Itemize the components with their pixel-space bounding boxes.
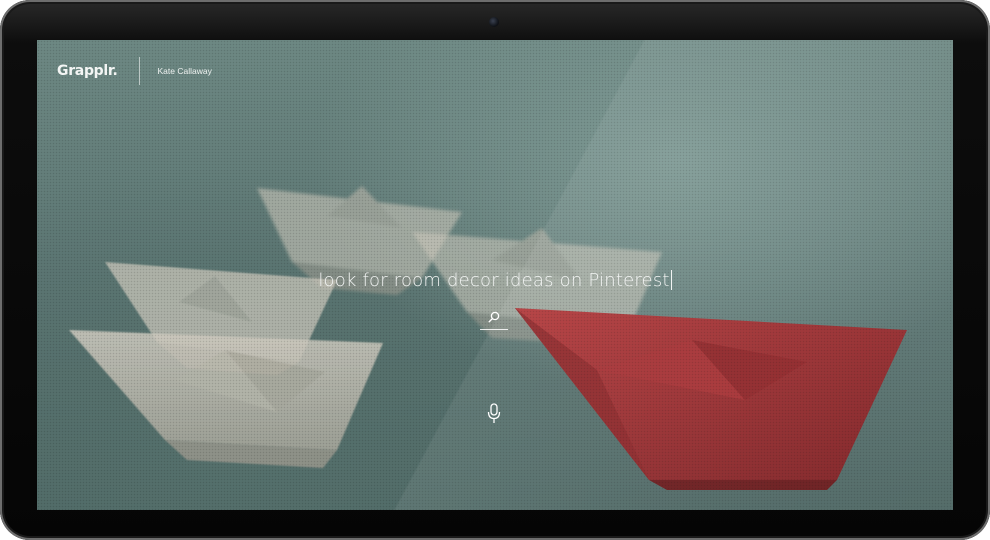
top-bar: Grapplr. Kate Callaway bbox=[57, 56, 212, 86]
header-divider bbox=[138, 57, 140, 85]
user-name[interactable]: Kate Callaway bbox=[158, 66, 212, 76]
search-button[interactable] bbox=[479, 309, 509, 331]
text-caret bbox=[670, 270, 672, 290]
search-underline bbox=[480, 329, 508, 330]
microphone-icon bbox=[487, 403, 501, 423]
app-logo[interactable]: Grapplr. bbox=[57, 63, 118, 79]
camera bbox=[489, 17, 499, 27]
voice-input-button[interactable] bbox=[485, 402, 503, 426]
search-query-text: look for room decor ideas on Pinterest bbox=[318, 270, 670, 291]
search-query[interactable]: look for room decor ideas on Pinterest bbox=[37, 270, 953, 291]
search-icon bbox=[488, 311, 500, 323]
screen: Grapplr. Kate Callaway look for room dec… bbox=[37, 40, 953, 510]
device-frame: Grapplr. Kate Callaway look for room dec… bbox=[0, 0, 990, 540]
